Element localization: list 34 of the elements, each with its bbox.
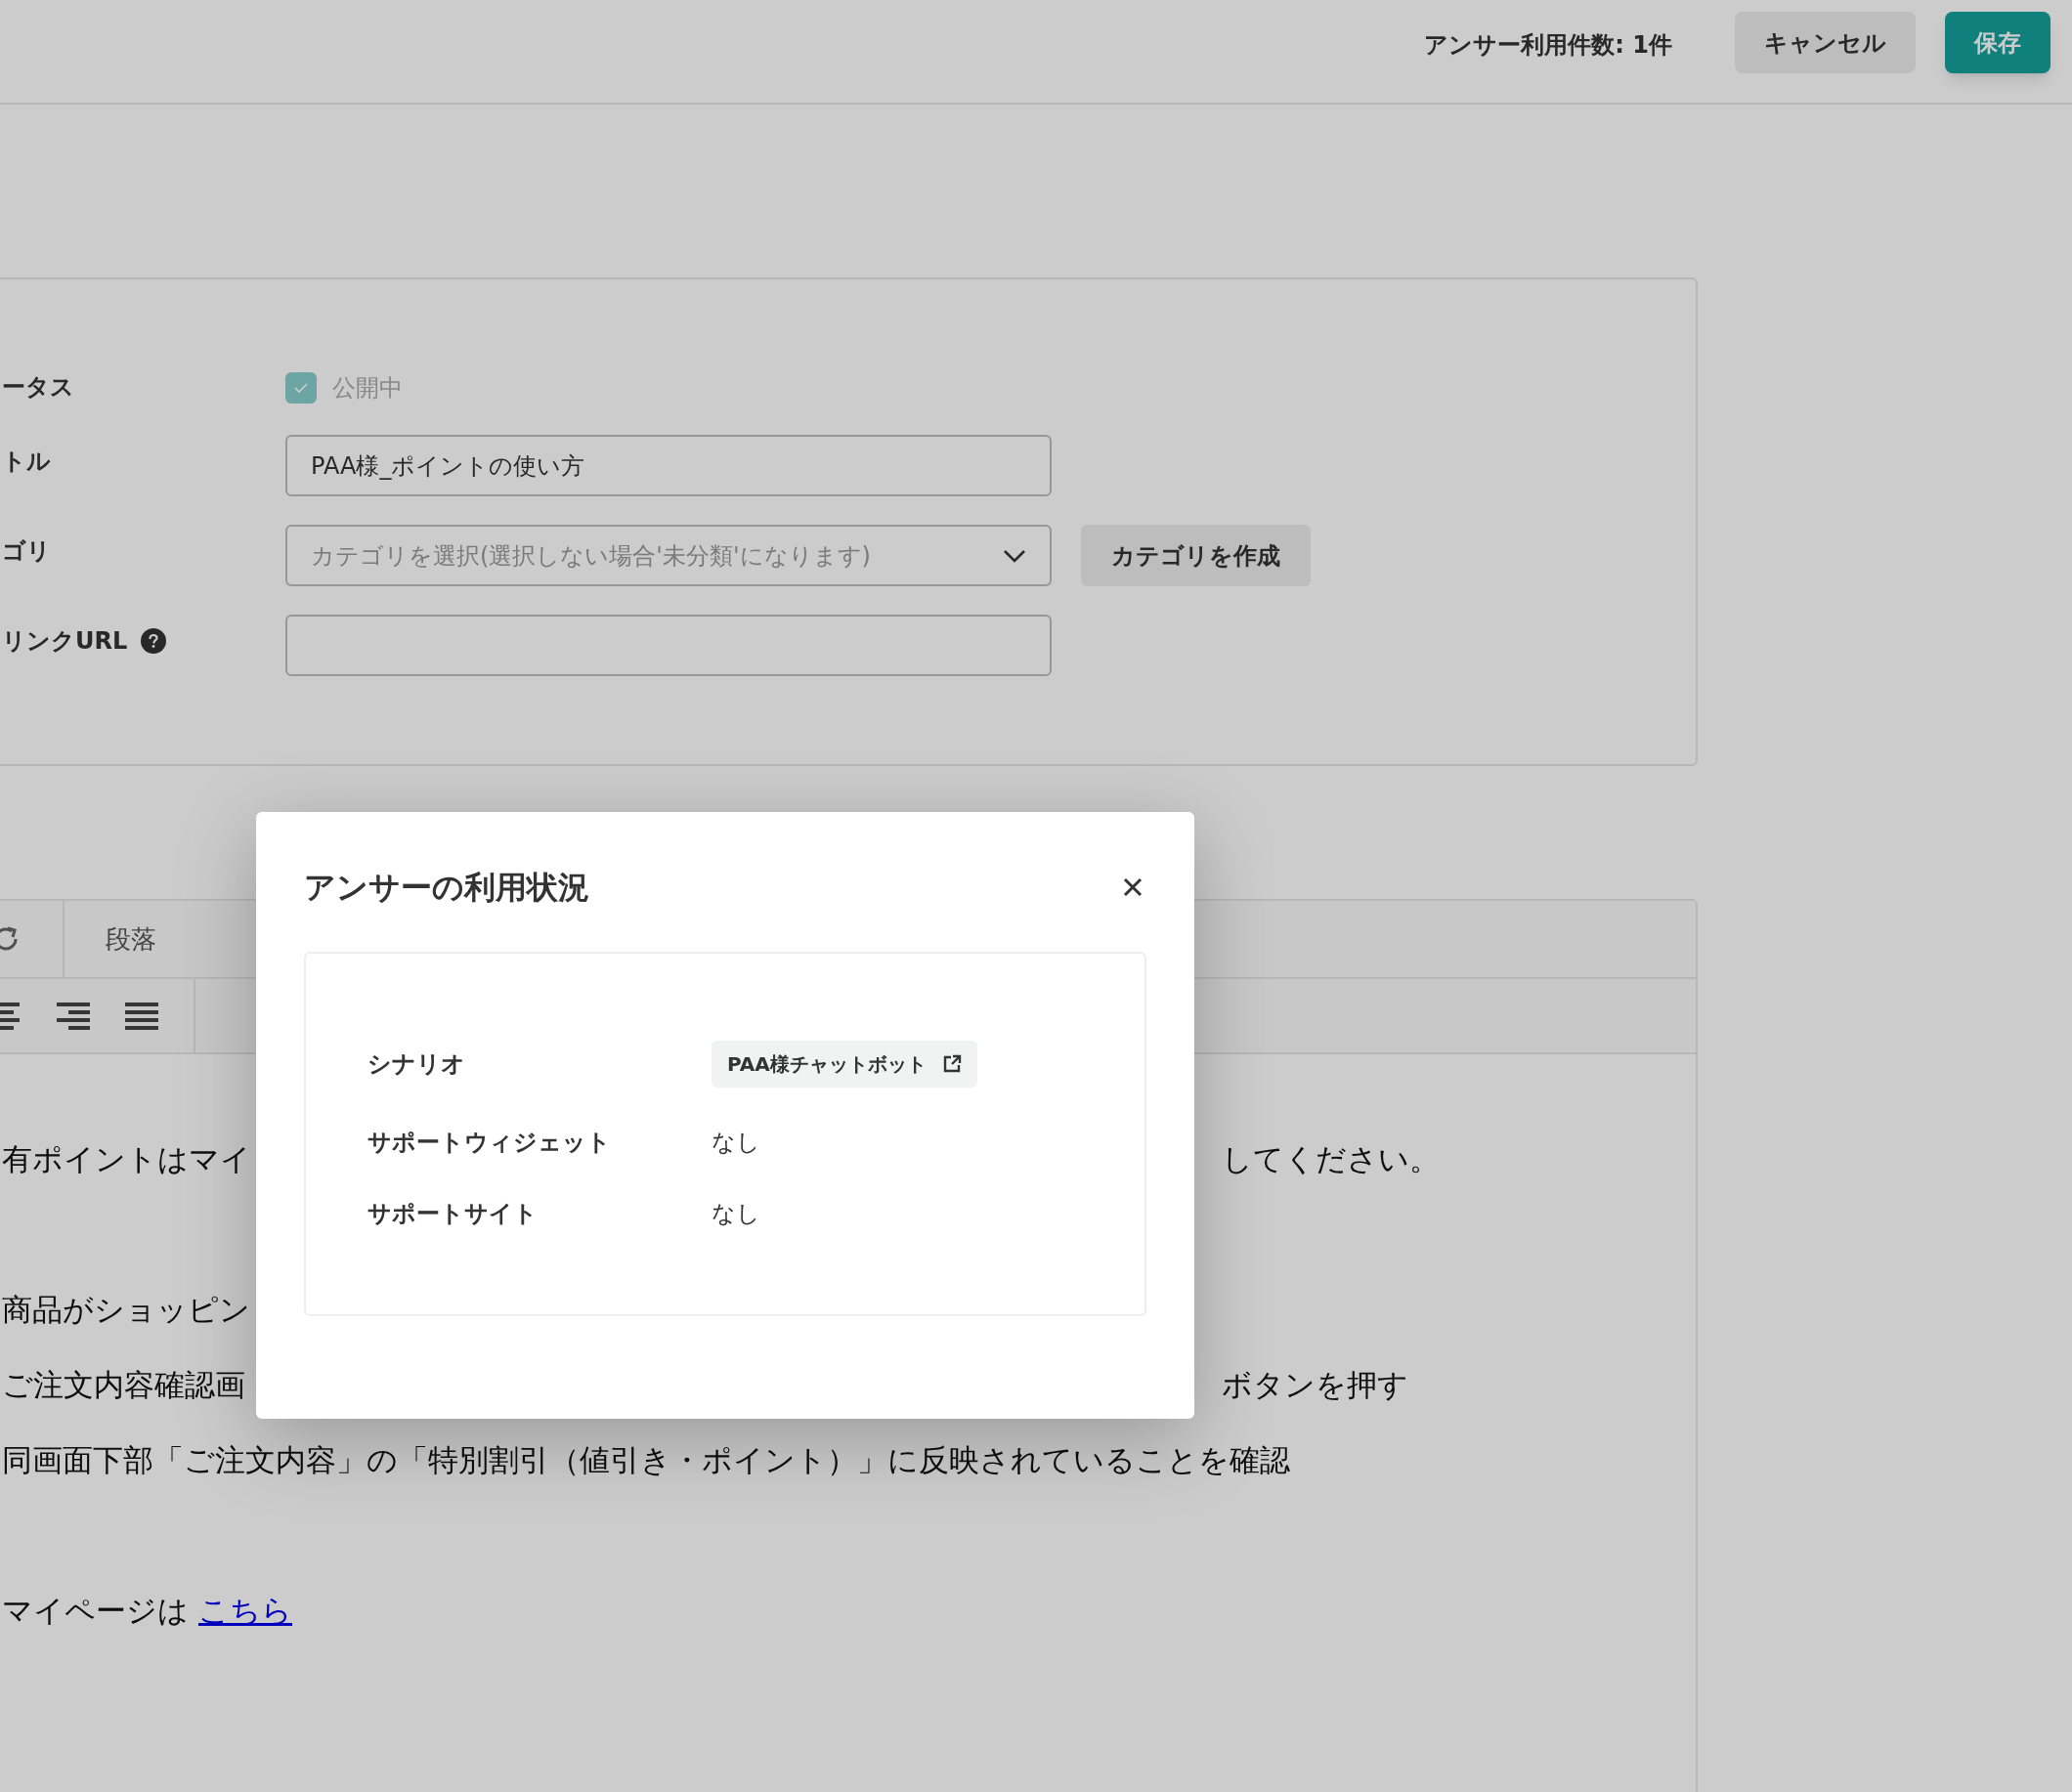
row-value: なし xyxy=(712,1199,761,1229)
modal-title: アンサーの利用状況 xyxy=(304,868,589,908)
select-placeholder: カテゴリを選択(選択しない場合'未分類'になります) xyxy=(311,540,871,572)
close-icon[interactable] xyxy=(1122,876,1144,898)
format-dropdown[interactable]: 段落 xyxy=(106,919,156,959)
align-right-icon[interactable] xyxy=(57,1002,90,1030)
row-value: なし xyxy=(712,1128,761,1158)
paragraph-text: マイページは xyxy=(2,1592,189,1630)
row-label: シナリオ xyxy=(367,1049,466,1080)
create-category-button[interactable]: カテゴリを作成 xyxy=(1081,525,1311,586)
field-label: リンクURL xyxy=(2,626,128,657)
row-label: サポートウィジェット xyxy=(367,1128,612,1158)
paragraph-text: 有ポイントはマイ xyxy=(2,1140,251,1178)
paragraph-text: ボタンを押す xyxy=(1222,1366,1408,1404)
field-label: ゴリ xyxy=(2,536,51,567)
cancel-button[interactable]: キャンセル xyxy=(1735,12,1916,73)
paragraph-text: 同画面下部「ご注文内容」の「特別割引（値引き・ポイント）」に反映されていることを確認 xyxy=(2,1441,1290,1479)
input-field[interactable] xyxy=(285,615,1052,676)
text-link[interactable]: こちら xyxy=(198,1573,292,1648)
external-link-icon xyxy=(941,1054,962,1074)
row-label: サポートサイト xyxy=(367,1199,539,1229)
paragraph-text: してください。 xyxy=(1222,1140,1440,1178)
justify-icon[interactable] xyxy=(125,1002,158,1030)
redo-icon[interactable] xyxy=(0,925,20,953)
input-field[interactable]: PAA様_ポイントの使い方 xyxy=(285,435,1052,496)
paragraph-text: 商品がショッピン xyxy=(2,1291,250,1329)
field-label: ータス xyxy=(2,372,74,403)
checkbox-label: 公開中 xyxy=(332,373,403,404)
field-label: トル xyxy=(2,447,51,477)
chevron-down-icon xyxy=(1003,548,1026,563)
usage-count: アンサー利用件数: 1件 xyxy=(1424,30,1672,61)
paragraph-text: ご注文内容確認画 xyxy=(2,1366,245,1404)
scenario-link[interactable]: PAA様チャットボット xyxy=(712,1041,977,1088)
help-icon[interactable] xyxy=(141,628,167,654)
